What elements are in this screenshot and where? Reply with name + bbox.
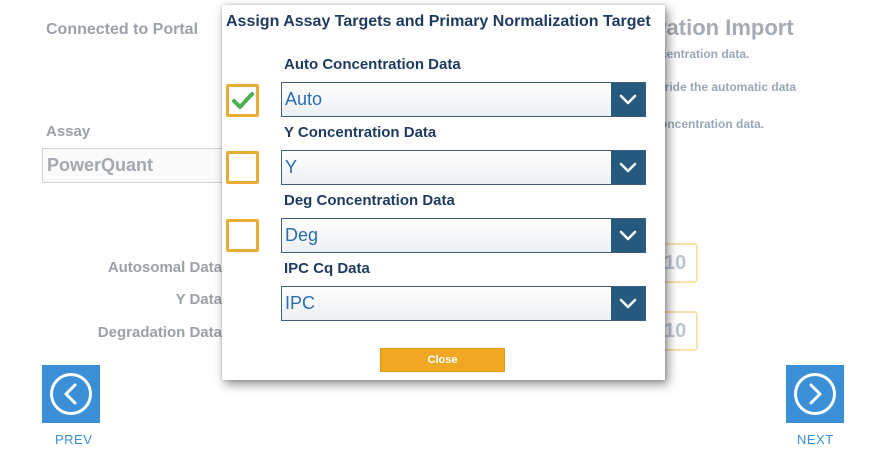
next-label[interactable]: NEXT bbox=[797, 432, 834, 447]
description-line-3: oncentration data. bbox=[660, 117, 765, 131]
prev-label[interactable]: PREV bbox=[55, 432, 92, 447]
y-normalization-checkbox[interactable] bbox=[226, 151, 259, 184]
assay-select[interactable]: PowerQuant bbox=[42, 148, 232, 183]
y-select-value: Y bbox=[285, 157, 298, 177]
y-data-label: Y Data bbox=[175, 291, 222, 308]
degradation-data-label: Degradation Data bbox=[97, 324, 222, 341]
auto-concentration-select[interactable]: Auto bbox=[281, 82, 646, 117]
chevron-right-icon bbox=[794, 373, 836, 415]
checkmark-icon bbox=[231, 91, 254, 109]
description-line-1: centration data. bbox=[660, 47, 750, 61]
close-button[interactable]: Close bbox=[380, 348, 505, 372]
assign-targets-dialog: Assign Assay Targets and Primary Normali… bbox=[222, 5, 665, 380]
deg-normalization-checkbox[interactable] bbox=[226, 219, 259, 252]
deg-select-value: Deg bbox=[285, 225, 319, 245]
chevron-down-icon[interactable] bbox=[611, 151, 645, 184]
chevron-down-icon[interactable] bbox=[611, 287, 645, 320]
dialog-title: Assign Assay Targets and Primary Normali… bbox=[226, 13, 651, 30]
next-button[interactable] bbox=[786, 365, 844, 423]
y-concentration-select[interactable]: Y bbox=[281, 150, 646, 185]
prev-button[interactable] bbox=[42, 365, 100, 423]
auto-concentration-label: Auto Concentration Data bbox=[284, 56, 461, 73]
assay-label: Assay bbox=[46, 123, 91, 140]
ipc-cq-label: IPC Cq Data bbox=[284, 260, 370, 277]
ipc-cq-select[interactable]: IPC bbox=[281, 286, 646, 321]
page-title: ration Import bbox=[658, 15, 794, 40]
auto-select-value: Auto bbox=[285, 89, 323, 109]
portal-status: Connected to Portal bbox=[46, 21, 199, 38]
auto-normalization-checkbox[interactable] bbox=[226, 84, 259, 117]
chevron-down-icon[interactable] bbox=[611, 83, 645, 116]
description-line-2: rride the automatic data bbox=[660, 80, 797, 94]
deg-concentration-label: Deg Concentration Data bbox=[284, 192, 455, 209]
autosomal-value-box[interactable]: 10 bbox=[660, 243, 698, 283]
chevron-down-icon[interactable] bbox=[611, 219, 645, 252]
chevron-left-icon bbox=[50, 373, 92, 415]
deg-concentration-select[interactable]: Deg bbox=[281, 218, 646, 253]
autosomal-data-label: Autosomal Data bbox=[107, 259, 222, 276]
degradation-value-box[interactable]: 10 bbox=[660, 311, 698, 351]
ipc-select-value: IPC bbox=[285, 293, 316, 313]
y-concentration-label: Y Concentration Data bbox=[284, 124, 437, 141]
